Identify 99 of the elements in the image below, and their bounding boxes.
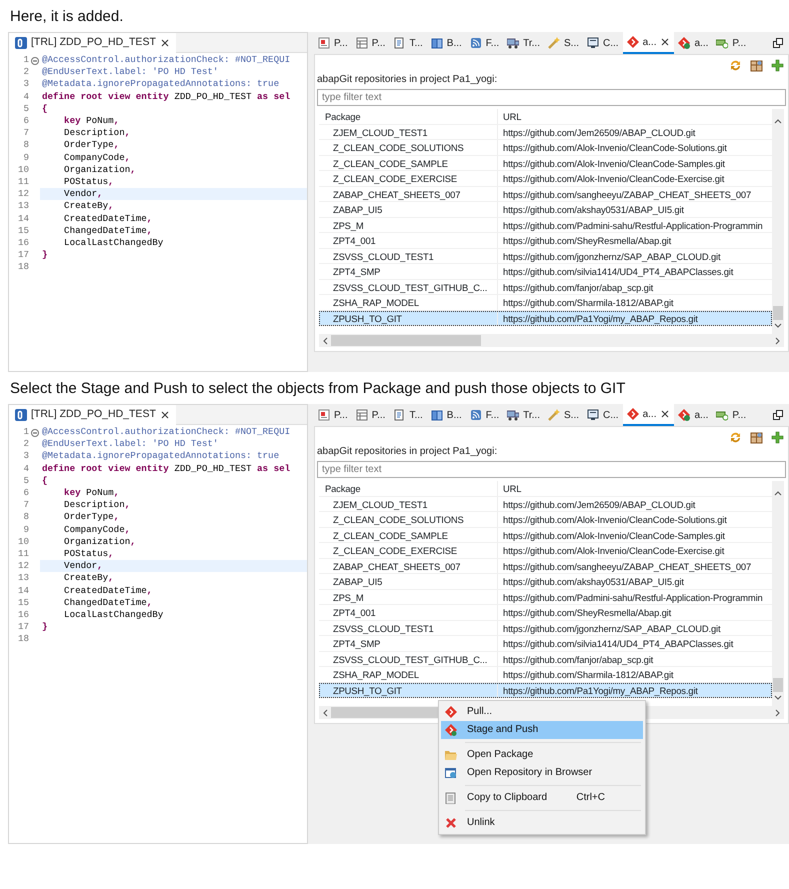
code-line: ChangedDateTime, <box>63 596 154 610</box>
table-cell-text: ZPUSH_TO_GIT <box>332 312 403 325</box>
table-cell-text: Z_CLEAN_CODE_EXERCISE <box>332 172 458 186</box>
line-number: 8 <box>22 511 30 524</box>
line-number: 8 <box>22 139 30 152</box>
line-number: 10 <box>16 164 30 176</box>
table-cell-text: ZSVSS_CLOUD_TEST_GITHUB_C... <box>332 280 488 294</box>
line-number: 13 <box>16 200 30 213</box>
table-cell-text: ZPUSH_TO_GIT <box>332 684 403 697</box>
table-cell-text: ZJEM_CLOUD_TEST1 <box>332 498 428 511</box>
table-cell-text: ZPT4_001 <box>332 606 377 620</box>
table-cell-text: ZPS_M <box>332 218 365 232</box>
line-number: 9 <box>22 524 30 536</box>
code-line: OrderType, <box>63 139 120 152</box>
line-number: 15 <box>16 224 30 238</box>
table-cell-text: Z_CLEAN_CODE_SAMPLE <box>332 528 449 542</box>
line-number: 17 <box>16 621 30 634</box>
line-number: 3 <box>22 78 30 91</box>
code-line: CreatedDateTime, <box>63 584 154 597</box>
table-cell-text: ZABAP_CHEAT_SHEETS_007 <box>332 188 462 201</box>
table-cell-text: ZABAP_UI5 <box>332 203 384 216</box>
code-line: OrderType, <box>63 511 120 524</box>
table-cell-text: ZPT4_001 <box>332 234 377 248</box>
line-number: 15 <box>16 596 30 610</box>
line-number: 4 <box>22 462 30 475</box>
line-number: 18 <box>16 633 30 646</box>
line-number: 2 <box>22 438 30 450</box>
line-number: 14 <box>16 212 30 225</box>
table-cell-text: ZABAP_CHEAT_SHEETS_007 <box>332 560 462 573</box>
code-line: Organization, <box>63 536 137 548</box>
code-line: @AccessControl.authorizationCheck: #NOT_REQUI <box>41 54 292 66</box>
code-line: } <box>41 249 49 262</box>
line-number: 13 <box>16 572 30 585</box>
table-cell-text: ZPT4_SMP <box>332 637 382 650</box>
table-cell-text: ZSVSS_CLOUD_TEST1 <box>332 250 435 263</box>
code-line: @EndUserText.label: 'PO HD Test' <box>41 66 220 78</box>
line-number: 6 <box>22 487 30 500</box>
view-heading: abapGit repositories in project Pa1_yogi: <box>316 73 498 87</box>
table-cell-text: ZSHA_RAP_MODEL <box>332 668 420 682</box>
line-number: 4 <box>22 90 30 103</box>
code-line: POStatus, <box>63 548 115 560</box>
code-line: } <box>41 621 49 634</box>
code-line: { <box>41 474 49 488</box>
code-line: Description, <box>63 499 132 512</box>
line-number: 2 <box>22 66 30 78</box>
line-number: 16 <box>16 237 30 250</box>
code-line: key PoNum, <box>63 487 120 500</box>
caption-text: Select the Stage and Push to select the objects from Package and push those objects to GIT <box>9 379 626 399</box>
table-cell-text: Z_CLEAN_CODE_SAMPLE <box>332 156 449 170</box>
table-cell-text: ZPS_M <box>332 590 365 604</box>
table-cell-text: ZSVSS_CLOUD_TEST_GITHUB_C... <box>332 652 488 666</box>
line-number: 9 <box>22 152 30 164</box>
line-number: 6 <box>22 115 30 128</box>
code-line: @EndUserText.label: 'PO HD Test' <box>41 438 220 450</box>
view-heading: abapGit repositories in project Pa1_yogi: <box>316 445 498 459</box>
code-line: CompanyCode, <box>63 524 132 536</box>
table-cell-text: ZPT4_SMP <box>332 265 382 278</box>
table-cell-text: ZABAP_UI5 <box>332 575 384 588</box>
line-number: 18 <box>16 261 30 274</box>
caption-text: Here, it is added. <box>9 7 124 27</box>
line-number: 7 <box>22 127 30 140</box>
table-cell-text: ZSHA_RAP_MODEL <box>332 296 420 310</box>
code-line: CreatedDateTime, <box>63 212 154 225</box>
line-number: 5 <box>22 474 30 488</box>
table-cell-text: Z_CLEAN_CODE_SOLUTIONS <box>332 141 465 154</box>
line-number: 3 <box>22 450 30 463</box>
code-line: LocalLastChangedBy <box>63 237 164 250</box>
line-number: 17 <box>16 249 30 262</box>
line-number: 7 <box>22 499 30 512</box>
code-line: { <box>41 102 49 116</box>
line-number: 5 <box>22 102 30 116</box>
code-line: CreateBy, <box>63 200 115 213</box>
code-line: @Metadata.ignorePropagatedAnnotations: true <box>41 78 280 91</box>
code-line: key PoNum, <box>63 115 120 128</box>
line-number: 1 <box>22 54 30 66</box>
line-number: 14 <box>16 584 30 597</box>
table-cell-text: Z_CLEAN_CODE_EXERCISE <box>332 544 458 558</box>
code-line: LocalLastChangedBy <box>63 609 164 622</box>
table-cell-text: Z_CLEAN_CODE_SOLUTIONS <box>332 513 465 526</box>
code-line: define root view entity ZDD_PO_HD_TEST as sel <box>41 90 292 103</box>
code-line: ChangedDateTime, <box>63 224 154 238</box>
line-number: 12 <box>16 188 30 200</box>
code-line: @AccessControl.authorizationCheck: #NOT_REQUI <box>41 426 292 438</box>
code-line: POStatus, <box>63 176 115 188</box>
line-number: 12 <box>16 560 30 572</box>
code-line: Organization, <box>63 164 137 176</box>
line-number: 11 <box>16 176 30 188</box>
shortcut-text: Ctrl+C <box>576 791 605 805</box>
line-number: 1 <box>22 426 30 438</box>
line-number: 10 <box>16 536 30 548</box>
table-cell-text: ZSVSS_CLOUD_TEST1 <box>332 622 435 635</box>
table-cell-text: ZJEM_CLOUD_TEST1 <box>332 126 428 139</box>
line-number: 11 <box>16 548 30 560</box>
code-line: CreateBy, <box>63 572 115 585</box>
code-line: CompanyCode, <box>63 152 132 164</box>
code-line: define root view entity ZDD_PO_HD_TEST as sel <box>41 462 292 475</box>
code-line: Description, <box>63 127 132 140</box>
line-number: 16 <box>16 609 30 622</box>
code-line: @Metadata.ignorePropagatedAnnotations: true <box>41 450 280 463</box>
